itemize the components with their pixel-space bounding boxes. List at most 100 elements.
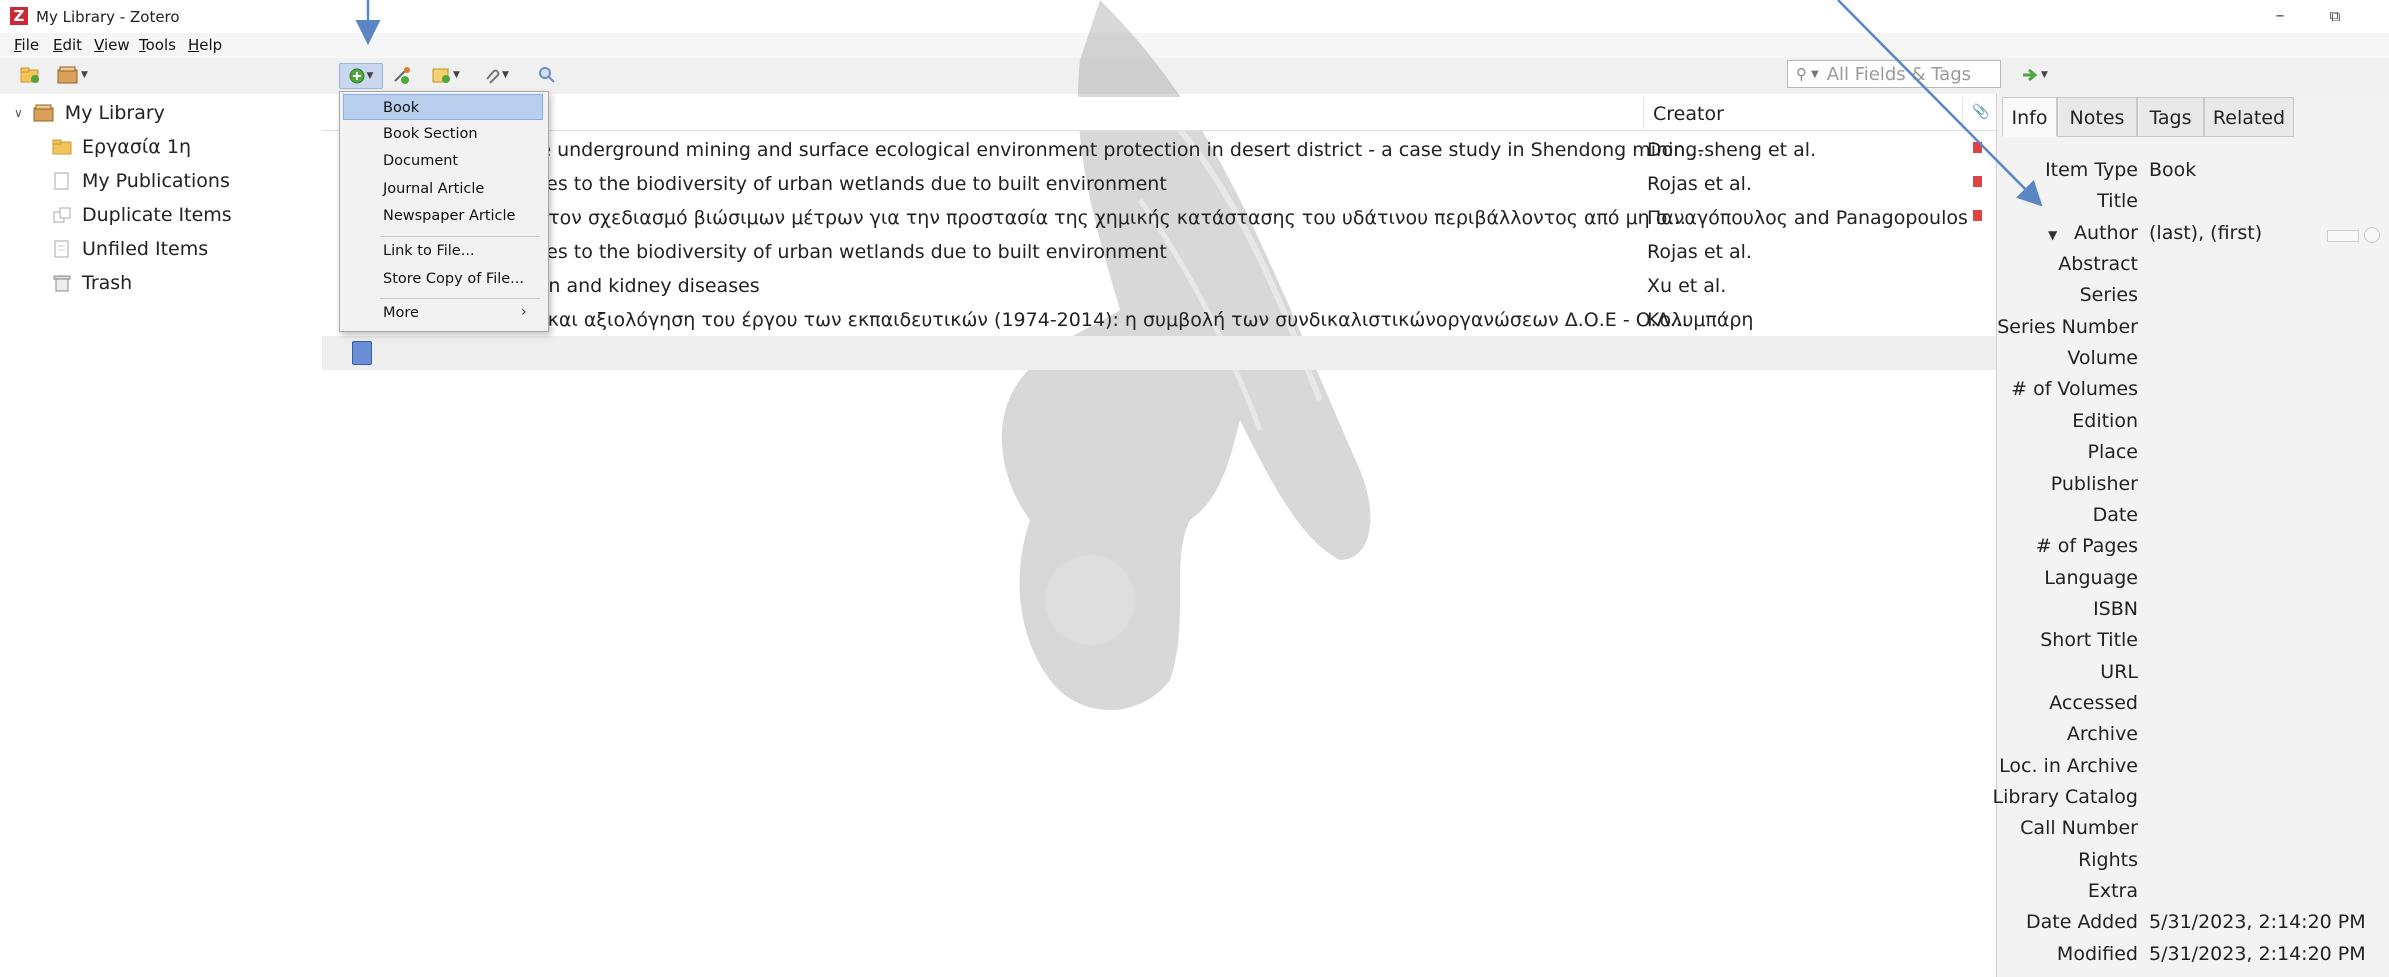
search-input[interactable]: ⚲ ▼ All Fields & Tags [1787,60,2001,88]
add-by-identifier-button[interactable] [392,63,412,87]
new-note-button[interactable]: ▼ [431,63,460,87]
restore-button[interactable]: ⧉ [2320,2,2350,30]
collection-ergasia[interactable]: Εργασία 1η [52,133,191,161]
item-creator: Dong-sheng et al. [1647,139,1817,161]
menu-view[interactable]: View [94,36,130,54]
field-label: Volume [2067,347,2138,369]
menu-item-store-copy-of-file[interactable]: Store Copy of File... [343,266,543,292]
collection-my-publications[interactable]: My Publications [52,167,230,195]
field-label: Abstract [2058,253,2138,275]
menu-edit[interactable]: Edit [53,36,82,54]
field-value[interactable]: (last), (first) [2149,222,2262,244]
table-row[interactable]: cale underground mining and surface ecol… [322,133,1996,167]
collection-label: Unfiled Items [82,238,209,260]
collection-trash[interactable]: Trash [52,269,132,297]
field-label: Rights [2078,849,2138,871]
new-item-icon [349,68,365,84]
menu-tools[interactable]: Tools [139,36,176,54]
menu-item-book[interactable]: Book [343,94,543,120]
pdf-icon[interactable] [1973,210,1982,221]
menu-item-book-section[interactable]: Book Section [343,121,543,147]
field-label: URL [2100,661,2138,683]
tab-notes[interactable]: Notes [2057,97,2137,137]
item-creator: Rojas et al. [1647,173,1752,195]
tab-tags[interactable]: Tags [2137,97,2204,137]
minimize-button[interactable]: – [2265,2,2295,30]
column-separator[interactable] [1643,97,1644,129]
menu-item-link-to-file[interactable]: Link to File... [343,238,543,264]
field-label: Edition [2072,410,2138,432]
collection-duplicate-items[interactable]: Duplicate Items [52,201,232,229]
new-collection-button[interactable] [20,63,40,87]
field-label: Title [2097,190,2138,212]
field-label: Extra [2087,880,2138,902]
field-label: Language [2044,567,2138,589]
field-label: # of Pages [2035,535,2138,557]
pdf-icon[interactable] [1973,176,1982,187]
document-icon [54,172,69,190]
sync-button[interactable]: ▼ [2021,63,2048,87]
window-title: My Library - Zotero [36,8,180,26]
menu-file[interactable]: File [14,36,39,54]
field-label: Call Number [2020,817,2138,839]
field-label: Short Title [2040,629,2138,651]
table-row[interactable]: ances to the biodiversity of urban wetla… [322,167,1996,201]
table-row[interactable]: ution and kidney diseases Xu et al. [322,269,1996,303]
menu-item-newspaper-article[interactable]: Newspaper Article [343,203,543,229]
collection-label: Trash [82,272,133,294]
tab-info[interactable]: Info [2002,97,2057,137]
add-attachment-button[interactable]: ▼ [482,63,509,87]
column-header-creator[interactable]: Creator [1653,103,1724,125]
folder-icon [52,139,72,155]
field-label: Series [2079,284,2138,306]
paperclip-icon[interactable]: 📎 [1972,104,1989,120]
chevron-down-icon: ▼ [502,70,509,80]
menu-item-more[interactable]: More [343,300,543,326]
items-column-header [322,97,1996,131]
book-icon [352,341,372,365]
duplicate-icon [53,207,71,223]
table-row-new-item[interactable] [322,336,1996,370]
item-creator: Rojas et al. [1647,241,1752,263]
table-row[interactable]: ική και αξιολόγηση του έργου των εκπαιδε… [322,303,1996,337]
item-creator: Παναγόπουλος and Panagopoulos [1647,207,1968,229]
new-collection-icon [20,67,39,83]
collection-my-library[interactable]: ∨ My Library [14,99,165,127]
chevron-down-icon[interactable]: ▼ [2048,228,2057,242]
new-library-button[interactable]: ▼ [57,63,88,87]
collection-label: My Library [64,102,165,124]
menu-separator [380,236,540,237]
item-title: ution and kidney diseases [512,275,760,297]
menu-item-document[interactable]: Document [343,148,543,174]
item-creator: Κολυμπάρη [1647,309,1754,331]
chevron-right-icon: › [521,304,527,320]
field-label: Date [2092,504,2138,526]
author-mode-button[interactable] [2327,230,2359,242]
field-label: Series Number [1997,316,2138,338]
menu-help[interactable]: Help [188,36,222,54]
field-label: Archive [2066,723,2138,745]
collection-label: Εργασία 1η [82,136,191,158]
item-creator: Xu et al. [1647,275,1727,297]
remove-creator-button[interactable] [2364,227,2380,243]
collection-unfiled-items[interactable]: Unfiled Items [52,235,208,263]
column-separator[interactable] [1962,97,1963,129]
new-note-icon [432,68,450,83]
chevron-down-icon: ▼ [1811,68,1819,80]
menu-separator [380,298,540,299]
pdf-icon[interactable] [1973,142,1982,153]
chevron-down-icon: ▼ [81,70,88,80]
collection-label: Duplicate Items [82,204,232,226]
tab-related[interactable]: Related [2204,97,2294,137]
chevron-down-icon: ▼ [2041,70,2048,80]
menu-item-journal-article[interactable]: Journal Article [343,176,543,202]
field-value[interactable]: 5/31/2023, 2:14:20 PM [2149,943,2366,965]
field-value[interactable]: Book [2149,159,2196,181]
table-row[interactable]: για τον σχεδιασμό βιώσιμων μέτρων για τη… [322,201,1996,235]
advanced-search-button[interactable] [538,63,556,87]
field-value[interactable]: 5/31/2023, 2:14:20 PM [2149,911,2366,933]
new-item-button[interactable]: ▼ [339,63,383,89]
table-row[interactable]: ances to the biodiversity of urban wetla… [322,235,1996,269]
search-icon: ⚲ [1796,65,1807,83]
field-label: Modified [2056,943,2138,965]
